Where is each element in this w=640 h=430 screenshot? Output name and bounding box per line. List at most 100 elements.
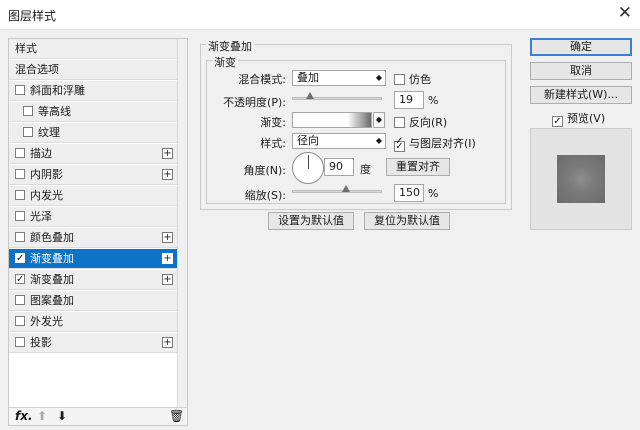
reverse-check-box[interactable] bbox=[394, 117, 405, 128]
add-effect-icon[interactable]: + bbox=[162, 253, 173, 264]
style-list-item[interactable]: 描边 + bbox=[9, 144, 177, 164]
subgroup-title: 渐变 bbox=[212, 54, 238, 70]
add-effect-icon[interactable]: + bbox=[162, 232, 173, 243]
move-up-icon[interactable]: ⬆ bbox=[37, 409, 47, 423]
style-list-panel: 样式混合选项斜面和浮雕等高线纹理描边+内阴影+内发光光泽颜色叠加+渐变叠加+渐变… bbox=[8, 38, 188, 426]
preview-check-box[interactable]: ✓ bbox=[552, 116, 563, 127]
style-item-label: 投影 bbox=[30, 336, 52, 349]
opacity-slider-thumb[interactable] bbox=[305, 92, 314, 99]
opacity-slider[interactable] bbox=[292, 92, 382, 100]
opacity-input[interactable]: 19 bbox=[394, 91, 424, 109]
opacity-label: 不透明度(P): bbox=[223, 96, 286, 109]
reset-default-button[interactable]: 复位为默认值 bbox=[364, 212, 450, 230]
style-list-item[interactable]: 内发光 bbox=[9, 186, 177, 206]
style-item-checkbox[interactable] bbox=[15, 249, 25, 269]
style-item-checkbox[interactable] bbox=[15, 148, 25, 158]
style-item-label: 纹理 bbox=[38, 126, 60, 139]
style-list-scrollbar[interactable] bbox=[177, 39, 187, 407]
style-item-label: 斜面和浮雕 bbox=[30, 84, 85, 97]
scale-label: 缩放(S): bbox=[244, 189, 286, 202]
style-item-checkbox[interactable] bbox=[15, 232, 25, 242]
style-item-label: 混合选项 bbox=[15, 63, 59, 76]
style-list-item[interactable]: 投影 + bbox=[9, 333, 177, 353]
gradient-overlay-settings: 渐变叠加 渐变 混合模式: 叠加 ◆ 仿色 不透明度(P): 19 % 渐变: … bbox=[196, 38, 516, 418]
gradient-dropdown-icon[interactable]: ◆ bbox=[373, 112, 385, 128]
style-select[interactable]: 径向 ◆ bbox=[292, 133, 386, 149]
group-title: 渐变叠加 bbox=[206, 38, 254, 54]
add-effect-icon[interactable]: + bbox=[162, 148, 173, 159]
style-item-checkbox[interactable] bbox=[15, 295, 25, 305]
style-list-toolbar: fx. ⬆ ⬇ 🗑 bbox=[9, 407, 187, 425]
style-item-checkbox[interactable] bbox=[15, 85, 25, 95]
angle-input[interactable]: 90 bbox=[324, 158, 354, 176]
gradient-label: 渐变: bbox=[260, 116, 286, 129]
style-list-item[interactable]: 渐变叠加 + bbox=[9, 270, 177, 290]
trash-icon[interactable]: 🗑 bbox=[169, 409, 184, 423]
style-item-label: 样式 bbox=[15, 42, 37, 55]
preview-label: 预览(V) bbox=[567, 112, 606, 125]
style-item-label: 等高线 bbox=[38, 105, 71, 118]
opacity-unit: % bbox=[428, 94, 439, 107]
style-list-item[interactable]: 内阴影 + bbox=[9, 165, 177, 185]
angle-needle bbox=[308, 155, 309, 169]
style-item-checkbox[interactable] bbox=[15, 270, 25, 290]
style-list-item[interactable]: 外发光 bbox=[9, 312, 177, 332]
style-value: 径向 bbox=[297, 134, 319, 147]
align-layer-check-box[interactable]: ✓ bbox=[394, 137, 405, 152]
make-default-button[interactable]: 设置为默认值 bbox=[268, 212, 354, 230]
style-item-checkbox[interactable] bbox=[15, 190, 25, 200]
angle-label: 角度(N): bbox=[243, 164, 286, 177]
style-list-item[interactable]: 样式 bbox=[9, 39, 177, 59]
preview-checkbox[interactable]: ✓ 预览(V) bbox=[552, 110, 605, 127]
add-effect-icon[interactable]: + bbox=[162, 274, 173, 285]
style-item-checkbox[interactable] bbox=[15, 337, 25, 347]
gradient-swatch[interactable] bbox=[292, 112, 372, 128]
style-item-checkbox[interactable] bbox=[23, 127, 33, 137]
ok-button[interactable]: 确定 bbox=[530, 38, 632, 56]
blend-mode-select[interactable]: 叠加 ◆ bbox=[292, 70, 386, 86]
cancel-button[interactable]: 取消 bbox=[530, 62, 632, 80]
check-icon: ✓ bbox=[553, 116, 562, 127]
style-item-checkbox[interactable] bbox=[15, 169, 25, 179]
style-list-item[interactable]: 光泽 bbox=[9, 207, 177, 227]
move-down-icon[interactable]: ⬇ bbox=[57, 409, 67, 423]
check-icon: ✓ bbox=[395, 141, 404, 152]
style-list-item[interactable]: 颜色叠加 + bbox=[9, 228, 177, 248]
style-item-label: 渐变叠加 bbox=[30, 273, 74, 286]
select-arrow-icon: ◆ bbox=[375, 136, 382, 145]
style-item-checkbox[interactable] bbox=[15, 211, 25, 221]
style-item-label: 内阴影 bbox=[30, 168, 63, 181]
style-item-checkbox[interactable] bbox=[23, 106, 33, 116]
dither-check-box[interactable] bbox=[394, 74, 405, 85]
reverse-checkbox[interactable]: 反向(R) bbox=[394, 114, 447, 130]
dither-label: 仿色 bbox=[409, 73, 431, 86]
align-layer-checkbox[interactable]: ✓ 与图层对齐(I) bbox=[394, 135, 476, 152]
style-list-item[interactable]: 斜面和浮雕 bbox=[9, 81, 177, 101]
style-list-item[interactable]: 渐变叠加 + bbox=[9, 249, 177, 269]
style-label: 样式: bbox=[260, 137, 286, 150]
style-item-label: 内发光 bbox=[30, 189, 63, 202]
scale-input[interactable]: 150 bbox=[394, 184, 424, 202]
add-effect-icon[interactable]: + bbox=[162, 169, 173, 180]
style-item-label: 描边 bbox=[30, 147, 52, 160]
select-arrow-icon: ◆ bbox=[375, 73, 382, 82]
style-list-item[interactable]: 等高线 bbox=[9, 102, 177, 122]
new-style-button[interactable]: 新建样式(W)... bbox=[530, 86, 632, 104]
dither-checkbox[interactable]: 仿色 bbox=[394, 71, 431, 87]
scale-slider[interactable] bbox=[292, 185, 382, 193]
add-effect-icon[interactable]: + bbox=[162, 337, 173, 348]
style-list: 样式混合选项斜面和浮雕等高线纹理描边+内阴影+内发光光泽颜色叠加+渐变叠加+渐变… bbox=[9, 39, 177, 354]
style-item-checkbox[interactable] bbox=[15, 316, 25, 326]
reset-alignment-button[interactable]: 重置对齐 bbox=[386, 158, 450, 176]
style-list-item[interactable]: 纹理 bbox=[9, 123, 177, 143]
title-bar: 图层样式 ✕ bbox=[0, 0, 640, 30]
style-item-label: 渐变叠加 bbox=[30, 252, 74, 265]
window-title: 图层样式 bbox=[8, 9, 57, 23]
angle-dial[interactable] bbox=[292, 152, 324, 184]
style-list-item[interactable]: 图案叠加 bbox=[9, 291, 177, 311]
scale-slider-thumb[interactable] bbox=[341, 185, 350, 192]
style-list-item[interactable]: 混合选项 bbox=[9, 60, 177, 80]
close-icon[interactable]: ✕ bbox=[618, 3, 632, 23]
fx-icon[interactable]: fx. bbox=[15, 409, 33, 423]
scale-unit: % bbox=[428, 187, 439, 200]
